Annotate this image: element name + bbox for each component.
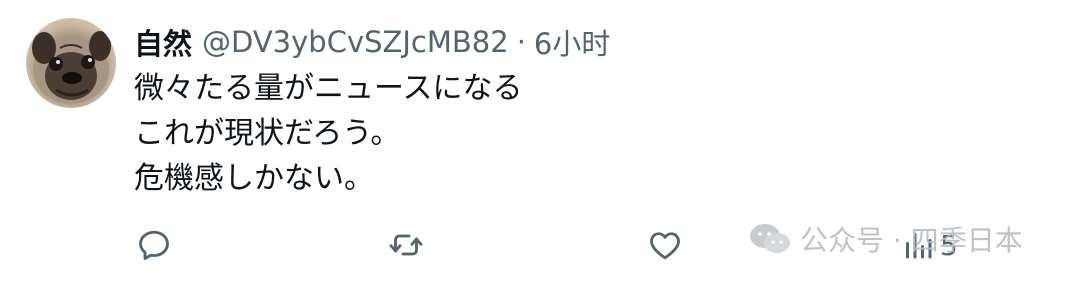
separator-dot: ·	[516, 25, 526, 59]
retweet-button[interactable]	[388, 222, 424, 268]
pug-avatar-image	[32, 31, 111, 104]
like-button[interactable]	[647, 222, 683, 268]
author-name[interactable]: 自然	[134, 21, 192, 63]
watermark-text: 公众号 · 四季日本	[800, 224, 1023, 257]
tweet-line: 危機感しかない。	[134, 161, 374, 196]
timestamp[interactable]: 6小时	[534, 21, 610, 63]
retweet-icon	[389, 234, 423, 256]
watermark: 公众号 · 四季日本	[748, 218, 1023, 260]
reply-icon	[139, 230, 169, 260]
tweet-card[interactable]: 自然 @DV3ybCvSZJcMB82 · 6小时 微々たる量がニュースになる …	[0, 0, 1080, 282]
heart-icon	[650, 232, 680, 260]
tweet-header: 自然 @DV3ybCvSZJcMB82 · 6小时	[134, 20, 610, 64]
avatar[interactable]	[26, 18, 116, 108]
author-handle[interactable]: @DV3ybCvSZJcMB82	[202, 25, 509, 59]
wechat-icon	[750, 224, 790, 253]
tweet-line: これが現状だろう。	[134, 116, 401, 151]
tweet-line: 微々たる量がニュースになる	[134, 71, 523, 106]
tweet-text: 微々たる量がニュースになる これが現状だろう。 危機感しかない。	[134, 66, 523, 201]
reply-button[interactable]	[136, 222, 172, 268]
